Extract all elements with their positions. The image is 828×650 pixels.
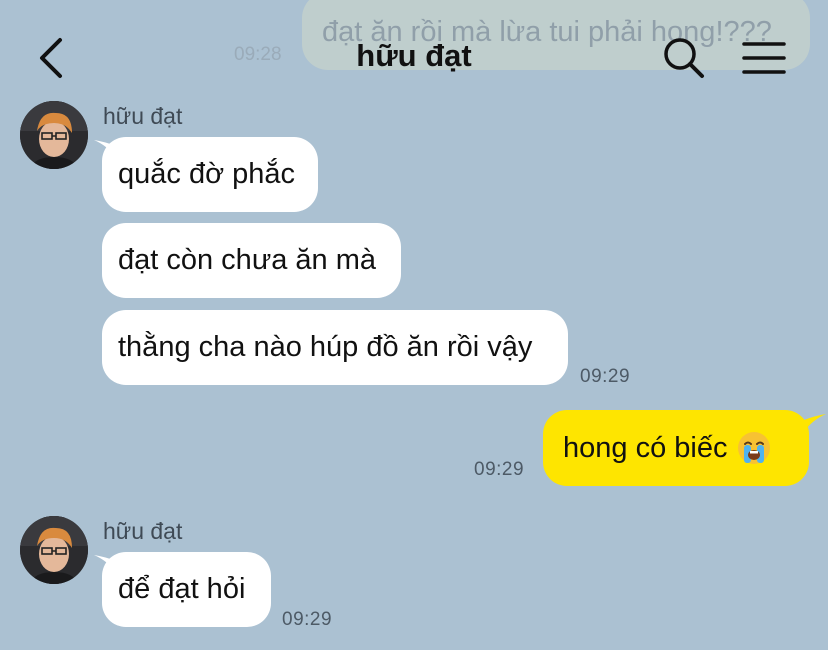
avatar[interactable] [20,101,88,169]
message-text: thằng cha nào húp đồ ăn rồi vậy [118,331,533,363]
message-time: 09:29 [282,609,333,630]
sender-name: hữu đạt [103,518,183,544]
loudly-crying-face-icon [738,432,771,464]
bubble-tail [804,414,826,432]
avatar-photo-icon [20,516,88,584]
message-time: 09:29 [580,366,631,387]
outgoing-message-bubble[interactable]: hong có biếc [543,410,809,486]
incoming-message-bubble[interactable]: thằng cha nào húp đồ ăn rồi vậy [102,310,568,385]
incoming-message-bubble[interactable]: đạt còn chưa ăn mà [102,223,401,298]
sender-name: hữu đạt [103,103,183,129]
message-text: quắc đờ phắc [118,158,296,190]
message-text: hong có biếc [563,431,728,464]
message-text: để đạt hỏi [118,573,246,605]
message-text: đạt còn chưa ăn mà [118,244,377,276]
avatar-photo-icon [20,101,88,169]
chat-header: hữu đạt [0,0,828,92]
message-time: 09:29 [474,459,525,480]
hamburger-menu-icon[interactable] [742,40,786,76]
search-icon[interactable] [662,36,706,80]
avatar[interactable] [20,516,88,584]
incoming-message-bubble[interactable]: để đạt hỏi [102,552,271,627]
incoming-message-bubble[interactable]: quắc đờ phắc [102,137,318,212]
